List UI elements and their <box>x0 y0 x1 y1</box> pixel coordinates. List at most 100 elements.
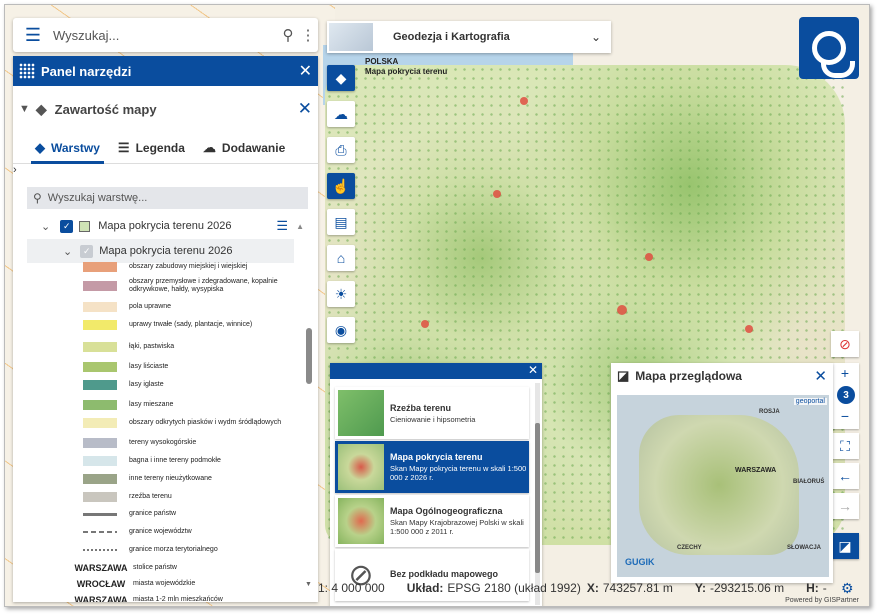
gallery-scrollbar[interactable] <box>535 383 540 605</box>
legend-label: obszary odkrytych piasków i wydm śródląd… <box>129 419 282 426</box>
overview-map-button[interactable]: ◪ <box>831 533 859 559</box>
list-icon: ☰ <box>117 139 130 155</box>
drag-handle-icon[interactable] <box>19 63 35 79</box>
layer-checkbox[interactable]: ✓ <box>60 219 74 233</box>
gallery-header: ✕ <box>330 363 542 379</box>
legend-item: pola uprawne <box>83 302 293 312</box>
basemap-option[interactable]: Mapa Ogólnogeograficzna Skan Mapy Krajobr… <box>335 495 529 547</box>
search-input[interactable]: Wyszukaj... <box>53 28 278 43</box>
sun-tool-button[interactable]: ☀ <box>327 281 355 307</box>
property-price-tool-button[interactable]: ⌂ <box>327 245 355 271</box>
chevron-right-icon[interactable]: › <box>13 164 17 176</box>
geoportal-logo[interactable] <box>799 17 859 79</box>
legend-swatch <box>83 456 117 466</box>
legend-label: łąki, pastwiska <box>129 343 175 350</box>
menu-icon[interactable]: ☰ <box>13 25 53 46</box>
tab-add[interactable]: ☁ Dodawanie <box>203 132 285 164</box>
layers-icon: ◆ <box>335 69 347 86</box>
layers-tool-button[interactable]: ◆ <box>327 65 355 91</box>
legend-swatch <box>83 400 117 410</box>
layer-search-input[interactable]: ⚲ Wyszukaj warstwę... <box>27 187 308 209</box>
basemap-selector[interactable]: Geodezja i Kartografia ⌄ <box>327 21 611 53</box>
overview-map[interactable]: geoportal WARSZAWA ROSJA BIAŁORUŚ CZECHY… <box>617 395 829 577</box>
clipboard-tool-button[interactable]: ▤ <box>327 209 355 235</box>
location-off-icon: ⊘ <box>839 335 851 352</box>
legend-item: uprawy trwałe (sady, plantacje, winnice) <box>83 320 293 330</box>
legend-swatch <box>83 492 117 502</box>
fullscreen-icon: ⛶ <box>840 437 850 454</box>
scroll-down-icon[interactable]: ▼ <box>305 581 312 588</box>
legend-swatch <box>83 380 117 390</box>
legend-item: granice państw <box>83 510 293 518</box>
status-bar: 1: 4 000 000 Układ: EPSG 2180 (układ 199… <box>318 581 827 595</box>
scale-value[interactable]: 1: 4 000 000 <box>318 581 385 595</box>
back-button[interactable]: ← <box>831 463 859 489</box>
identify-tool-button[interactable]: ☝ <box>327 173 355 199</box>
tab-layers[interactable]: ◆ Warstwy <box>31 132 104 164</box>
chevron-down-icon[interactable]: ⌄ <box>63 245 72 258</box>
zoom-in-icon[interactable]: + <box>841 365 849 381</box>
settings-gear-icon[interactable]: ⚙ <box>841 580 854 597</box>
tools-panel-header[interactable]: Panel narzędzi ✕ <box>13 56 318 86</box>
chevron-down-icon[interactable]: ▼ <box>19 103 30 115</box>
map-content-title: Zawartość mapy <box>54 101 157 117</box>
scroll-up-icon[interactable]: ▲ <box>296 222 304 231</box>
legend-swatch <box>83 531 117 533</box>
close-icon[interactable]: ✕ <box>298 99 312 119</box>
more-vert-icon[interactable]: ⋮ <box>298 26 318 44</box>
panel-tabs: ◆ Warstwy ☰ Legenda ☁ Dodawanie <box>13 132 318 164</box>
legend-label: lasy mieszane <box>129 401 174 408</box>
legend-swatch <box>83 474 117 484</box>
legend-item: obszary odkrytych piasków i wydm śródląd… <box>83 418 293 428</box>
basemap-option-selected[interactable]: Mapa pokrycia terenu Skan Mapy pokrycia t… <box>335 441 529 493</box>
close-icon[interactable]: ✕ <box>299 61 312 81</box>
legend-label: obszary przemysłowe i zdegradowane, kopa… <box>129 278 278 293</box>
legend-label: miasta wojewódzkie <box>133 580 196 587</box>
geoportal-g-icon <box>812 31 855 78</box>
fullscreen-button[interactable]: ⛶ <box>831 433 859 459</box>
legend-item: inne tereny nieużytkowane <box>83 474 293 484</box>
location-off-button[interactable]: ⊘ <box>831 331 859 357</box>
basemap-thumbnail <box>329 23 373 51</box>
close-icon[interactable]: ✕ <box>528 363 538 377</box>
city-marker <box>645 253 653 261</box>
legend-label: stolice państw <box>133 564 177 571</box>
tools-panel-title: Panel narzędzi <box>41 63 132 79</box>
legend-label: uprawy trwałe (sady, plantacje, winnice) <box>129 321 253 328</box>
tab-legend[interactable]: ☰ Legenda <box>118 132 185 164</box>
legend-swatch <box>83 512 117 516</box>
basemap-thumbnail <box>338 498 384 544</box>
scrollbar-thumb[interactable] <box>306 328 312 384</box>
legend-label: rzeźba terenu <box>129 493 172 500</box>
layers-icon: ◆ <box>35 139 45 155</box>
legend-label: lasy iglaste <box>129 381 164 388</box>
print-tool-button[interactable]: ⎙ <box>327 137 355 163</box>
credits: Powered by GISPartner <box>785 597 859 604</box>
basemap-option[interactable]: Rzeźba terenu Cieniowanie i hipsometria <box>335 387 529 439</box>
legend-item: łąki, pastwiska <box>83 342 293 352</box>
legend-item: granice województw <box>83 528 293 536</box>
cloud-icon: ☁ <box>202 139 216 155</box>
forward-button[interactable]: → <box>831 493 859 519</box>
chevron-down-icon[interactable]: ⌄ <box>41 220 50 233</box>
house-euro-icon: ⌂ <box>336 250 346 266</box>
sublayer-row[interactable]: ⌄ ✓ Mapa pokrycia terenu 2026 <box>27 239 294 263</box>
crs-value[interactable]: EPSG 2180 (układ 1992) <box>447 581 580 595</box>
close-icon[interactable]: ✕ <box>814 367 827 385</box>
chevron-down-icon[interactable]: ⌄ <box>581 30 611 44</box>
layer-row[interactable]: ⌄ ✓ Mapa pokrycia terenu 2026 ☰ ▲ <box>13 213 318 239</box>
basemap-thumbnail <box>338 390 384 436</box>
search-icon[interactable]: ⚲ <box>278 26 298 44</box>
y-coordinate: -293215.06 m <box>710 581 785 595</box>
legend-label: granice morza terytorialnego <box>129 546 218 553</box>
cloud-tool-button[interactable]: ☁ <box>327 101 355 127</box>
zoom-out-button[interactable]: − <box>831 403 859 429</box>
map-viewer: ☰ Wyszukaj... ⚲ ⋮ Panel narzędzi ✕ ▼ ◆ Z… <box>4 4 870 607</box>
sublayer-checkbox[interactable]: ✓ <box>80 244 94 258</box>
map-content-header[interactable]: ▼ ◆ Zawartość mapy ✕ <box>13 86 318 132</box>
layer-menu-icon[interactable]: ☰ <box>276 218 288 234</box>
legend-label: inne tereny nieużytkowane <box>129 475 212 482</box>
panel-scrollbar[interactable]: ▼ <box>305 256 312 594</box>
screenshot-tool-button[interactable]: ◉ <box>327 317 355 343</box>
legend-swatch <box>83 302 117 312</box>
